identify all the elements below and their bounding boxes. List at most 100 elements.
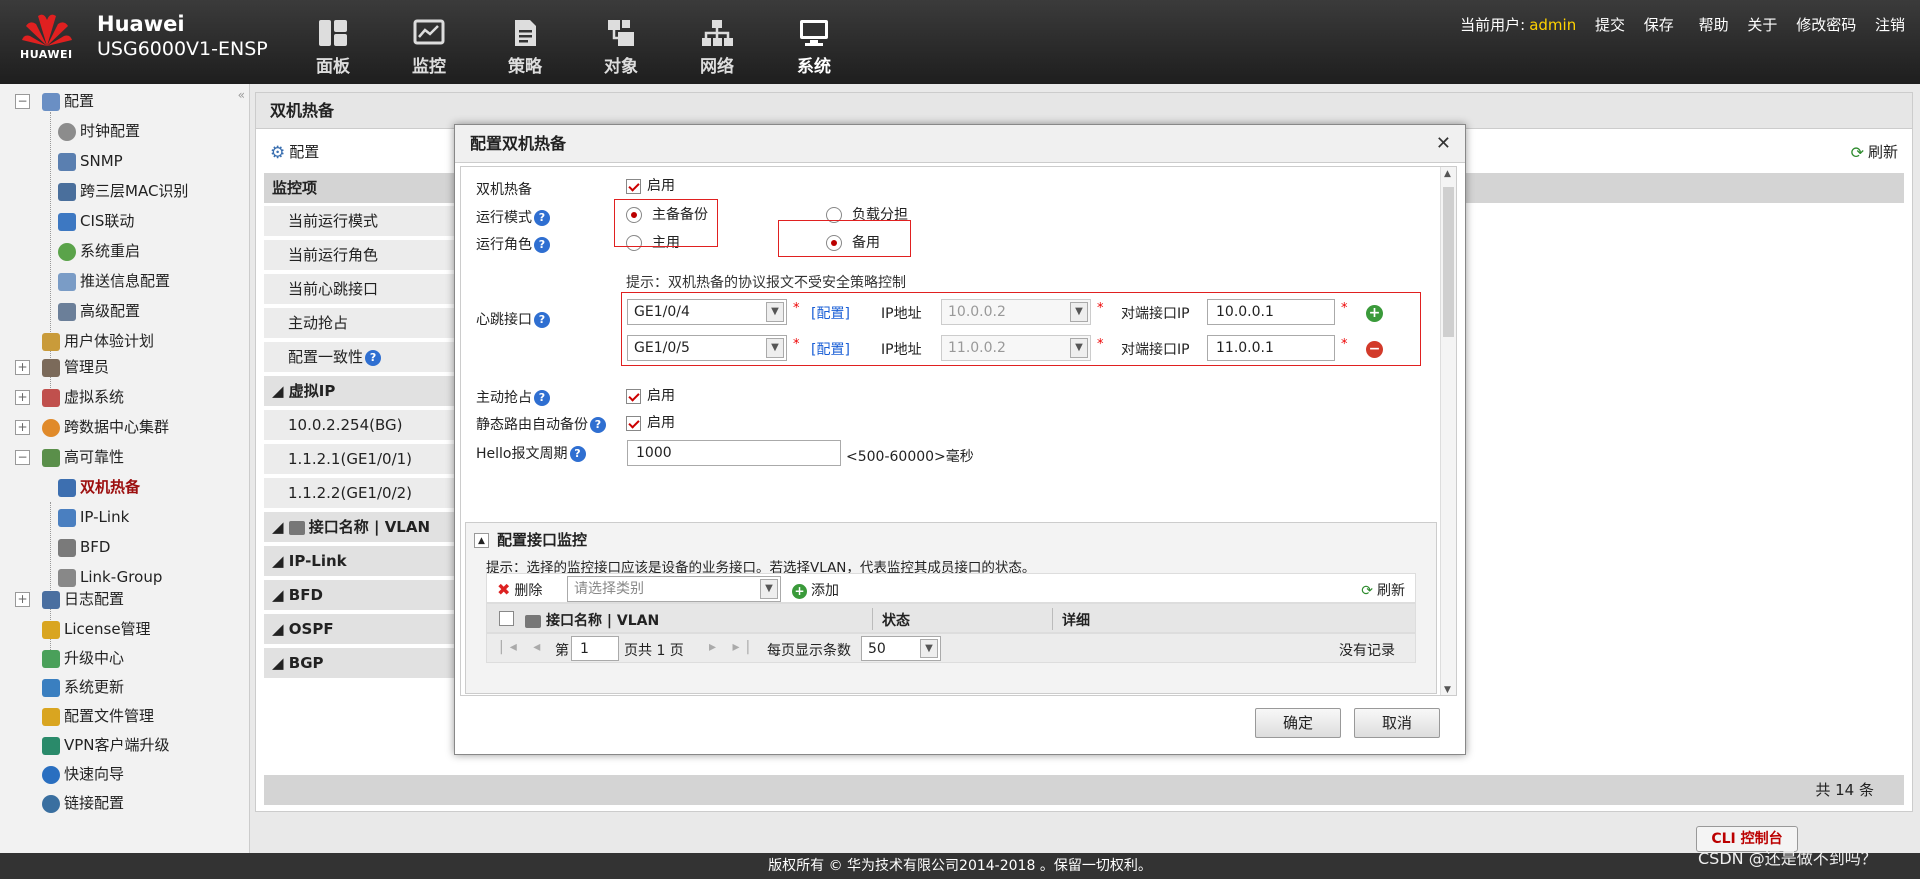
help-icon[interactable]: ? [534,237,550,253]
user-experience-icon [42,332,60,351]
expand-log-icon[interactable]: + [15,592,30,607]
chevron-down-icon: ▼ [1070,338,1088,358]
expand-cluster-icon[interactable]: + [15,420,30,435]
sidebar-item-vpn[interactable]: VPN客户端升级 [42,734,170,756]
checkbox-checked[interactable] [626,388,641,404]
chevron-down-icon: ▼ [760,579,778,599]
collapse-reliability-icon[interactable]: − [15,450,30,465]
peer-ip-input[interactable]: 10.0.0.1 [1207,299,1335,325]
sidebar-item-virtual-system[interactable]: 虚拟系统 [42,386,124,408]
logout-link[interactable]: 注销 [1875,16,1905,34]
refresh-button[interactable]: ⟳ 刷新 [1851,141,1898,162]
collapse-config-icon[interactable]: − [15,94,30,109]
sidebar-item-restart[interactable]: 系统重启 [58,240,140,262]
hot-standby-icon [58,478,76,497]
nav-network[interactable]: 网络 [677,18,757,77]
column-detail[interactable]: 详细 [1062,610,1090,630]
page-nav-first-prev-icon[interactable]: |◂ ◂ [499,639,546,655]
collapse-section-icon[interactable]: ▲ [474,533,489,548]
nav-dashboard[interactable]: 面板 [293,18,373,77]
save-link[interactable]: 保存 [1644,16,1674,34]
sidebar-item-update[interactable]: 系统更新 [42,676,124,698]
sidebar-item-log[interactable]: 日志配置 [42,588,124,610]
chevron-down-icon: ▼ [1070,302,1088,322]
category-select[interactable]: 请选择类别 ▼ [567,576,781,602]
sidebar-item-advanced[interactable]: 高级配置 [58,300,140,322]
sidebar-item-link-group[interactable]: Link-Group [58,566,162,588]
object-icon [608,20,634,46]
sidebar-item-admin[interactable]: 管理员 [42,356,109,378]
submit-link[interactable]: 提交 [1595,16,1625,34]
interface-monitor-title[interactable]: ▲ 配置接口监控 [474,529,587,550]
heartbeat-interface-select[interactable]: GE1/0/5 ▼ [627,335,787,361]
help-link[interactable]: 帮助 [1699,16,1729,34]
page-number-input[interactable]: 1 [571,636,619,661]
scrollbar-thumb[interactable] [1443,187,1454,337]
help-icon[interactable]: ? [590,417,606,433]
sidebar-item-cluster[interactable]: 跨数据中心集群 [42,416,169,438]
sidebar-item-clock[interactable]: 时钟配置 [58,120,140,142]
remove-icon[interactable]: − [1366,341,1383,358]
collapse-sidebar-icon[interactable]: « [238,88,245,102]
help-icon[interactable]: ? [365,349,382,366]
heartbeat-label: 心跳接口? [476,309,550,329]
nav-object[interactable]: 对象 [581,18,661,77]
ok-button[interactable]: 确定 [1255,708,1341,738]
static-route-backup-enable[interactable]: 启用 [626,412,675,432]
change-password-link[interactable]: 修改密码 [1796,16,1856,34]
add-button[interactable]: + 添加 [792,580,839,600]
per-page-select[interactable]: 50 ▼ [861,636,941,661]
help-icon[interactable]: ? [569,446,586,462]
snmp-icon [58,152,76,171]
column-interface[interactable]: 接口名称 | VLAN [525,610,659,630]
configure-link[interactable]: [配置] [811,303,850,323]
sidebar-item-license[interactable]: License管理 [42,618,151,640]
sidebar-item-snmp[interactable]: SNMP [58,150,123,172]
checkbox-checked[interactable] [626,415,641,431]
nav-monitor[interactable]: 监控 [389,18,469,77]
ip-address-select: 10.0.0.2 ▼ [941,299,1091,325]
sidebar-item-user-experience[interactable]: 用户体验计划 [42,330,154,352]
sidebar-item-config[interactable]: 配置 [42,90,94,112]
sidebar-item-hot-standby[interactable]: 双机热备 [58,476,140,498]
sidebar-item-bfd[interactable]: BFD [58,536,110,558]
sidebar-item-ip-link[interactable]: IP-Link [58,506,129,528]
monitor-icon [413,19,445,45]
help-icon[interactable]: ? [534,312,550,328]
checkbox-checked[interactable] [626,178,641,194]
hot-standby-enable[interactable]: 启用 [626,175,675,195]
peer-ip-label: 对端接口IP [1121,342,1190,358]
dialog-scrollbar[interactable]: ▲ ▼ [1440,167,1456,695]
cancel-button[interactable]: 取消 [1354,708,1440,738]
sidebar-item-upgrade[interactable]: 升级中心 [42,647,124,669]
heartbeat-interface-select[interactable]: GE1/0/4 ▼ [627,299,787,325]
about-link[interactable]: 关于 [1747,16,1777,34]
configure-link[interactable]: [配置] [811,339,850,359]
sidebar-item-mac[interactable]: 跨三层MAC识别 [58,180,188,202]
grid-refresh-button[interactable]: ⟳ 刷新 [1361,580,1405,600]
config-button[interactable]: ⚙ 配置 [270,141,319,163]
expand-virtual-system-icon[interactable]: + [15,390,30,405]
select-all-checkbox[interactable] [499,611,514,626]
sidebar-item-reliability[interactable]: 高可靠性 [42,446,124,468]
delete-button[interactable]: ✖ 删除 [497,580,542,600]
sidebar-item-file[interactable]: 配置文件管理 [42,705,154,727]
hello-interval-input[interactable]: 1000 [627,440,841,466]
help-icon[interactable]: ? [534,210,550,226]
highlight-box [614,199,718,247]
sidebar-item-cis[interactable]: CIS联动 [58,210,134,232]
column-status[interactable]: 状态 [882,610,910,630]
page-nav-next-last-icon[interactable]: ▸ ▸| [709,639,756,655]
expand-admin-icon[interactable]: + [15,360,30,375]
help-icon[interactable]: ? [534,390,550,406]
nav-system[interactable]: 系统 [774,18,854,77]
peer-ip-input[interactable]: 11.0.0.1 [1207,335,1335,361]
sidebar-item-wizard[interactable]: 快速向导 [42,763,124,785]
close-icon[interactable]: ✕ [1436,133,1451,154]
add-icon[interactable]: + [1366,305,1383,322]
hot-standby-label: 双机热备 [476,182,532,198]
sidebar-item-link-config[interactable]: 链接配置 [42,792,124,814]
sidebar-item-push[interactable]: 推送信息配置 [58,270,170,292]
preempt-enable[interactable]: 启用 [626,385,675,405]
nav-policy[interactable]: 策略 [485,18,565,77]
